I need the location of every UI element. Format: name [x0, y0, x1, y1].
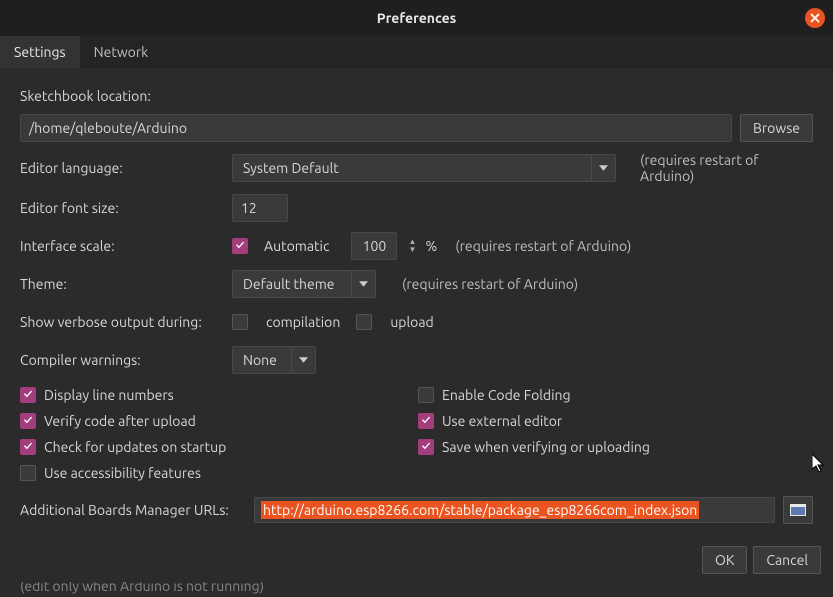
sketchbook-label: Sketchbook location:: [20, 88, 151, 104]
scale-restart-hint: (requires restart of Arduino): [455, 238, 631, 254]
display-line-numbers-label: Display line numbers: [44, 387, 174, 403]
window-icon: [790, 504, 806, 516]
code-folding-label: Enable Code Folding: [442, 387, 571, 403]
edit-urls-button[interactable]: [783, 496, 813, 524]
editor-language-value: System Default: [243, 160, 339, 176]
chevron-down-icon[interactable]: [592, 154, 616, 182]
compilation-label: compilation: [266, 314, 340, 330]
titlebar: Preferences: [0, 0, 833, 36]
sketchbook-path-input[interactable]: [20, 114, 732, 142]
verify-after-upload-checkbox[interactable]: [20, 413, 36, 429]
verbose-label: Show verbose output during:: [20, 314, 224, 330]
theme-value: Default theme: [243, 276, 335, 292]
window-close-button[interactable]: [805, 8, 825, 28]
compiler-warnings-value: None: [243, 352, 277, 368]
compiler-warnings-select[interactable]: None: [232, 346, 316, 374]
editor-language-label: Editor language:: [20, 160, 224, 176]
external-editor-label: Use external editor: [442, 413, 562, 429]
font-size-label: Editor font size:: [20, 200, 224, 216]
additional-urls-input[interactable]: http://arduino.esp8266.com/stable/packag…: [254, 497, 775, 523]
additional-urls-value: http://arduino.esp8266.com/stable/packag…: [261, 501, 699, 519]
save-on-verify-label: Save when verifying or uploading: [442, 439, 650, 455]
automatic-scale-checkbox[interactable]: [232, 238, 248, 254]
dialog-buttons: OK Cancel: [0, 538, 833, 582]
browse-button[interactable]: Browse: [740, 114, 813, 142]
chevron-down-icon[interactable]: [352, 270, 376, 298]
ok-button[interactable]: OK: [702, 546, 747, 574]
settings-panel: Sketchbook location: Browse Editor langu…: [0, 68, 833, 597]
external-editor-checkbox[interactable]: [418, 413, 434, 429]
tab-bar: Settings Network: [0, 36, 833, 68]
upload-label: upload: [390, 314, 433, 330]
upload-checkbox[interactable]: [356, 314, 372, 330]
scale-spinner[interactable]: ▲▼: [407, 238, 417, 254]
window-title: Preferences: [377, 10, 457, 26]
save-on-verify-checkbox[interactable]: [418, 439, 434, 455]
automatic-label: Automatic: [264, 238, 329, 254]
font-size-input[interactable]: [232, 194, 288, 222]
accessibility-label: Use accessibility features: [44, 465, 201, 481]
check-updates-checkbox[interactable]: [20, 439, 36, 455]
accessibility-checkbox[interactable]: [20, 465, 36, 481]
theme-select[interactable]: Default theme: [232, 270, 376, 298]
spinner-down-icon[interactable]: ▼: [407, 246, 417, 254]
editor-language-select[interactable]: System Default: [232, 154, 616, 182]
cancel-button[interactable]: Cancel: [753, 546, 821, 574]
scale-input[interactable]: [351, 232, 397, 260]
language-restart-hint: (requires restart of Arduino): [640, 152, 813, 184]
theme-restart-hint: (requires restart of Arduino): [402, 276, 578, 292]
close-icon: [810, 13, 820, 23]
compiler-warnings-label: Compiler warnings:: [20, 352, 224, 368]
verify-after-upload-label: Verify code after upload: [44, 413, 196, 429]
chevron-down-icon[interactable]: [292, 346, 316, 374]
tab-network[interactable]: Network: [80, 36, 163, 68]
display-line-numbers-checkbox[interactable]: [20, 387, 36, 403]
theme-label: Theme:: [20, 276, 224, 292]
code-folding-checkbox[interactable]: [418, 387, 434, 403]
additional-urls-label: Additional Boards Manager URLs:: [20, 502, 246, 518]
check-updates-label: Check for updates on startup: [44, 439, 226, 455]
percent-label: %: [425, 238, 437, 254]
compilation-checkbox[interactable]: [232, 314, 248, 330]
interface-scale-label: Interface scale:: [20, 238, 224, 254]
tab-settings[interactable]: Settings: [0, 36, 80, 68]
